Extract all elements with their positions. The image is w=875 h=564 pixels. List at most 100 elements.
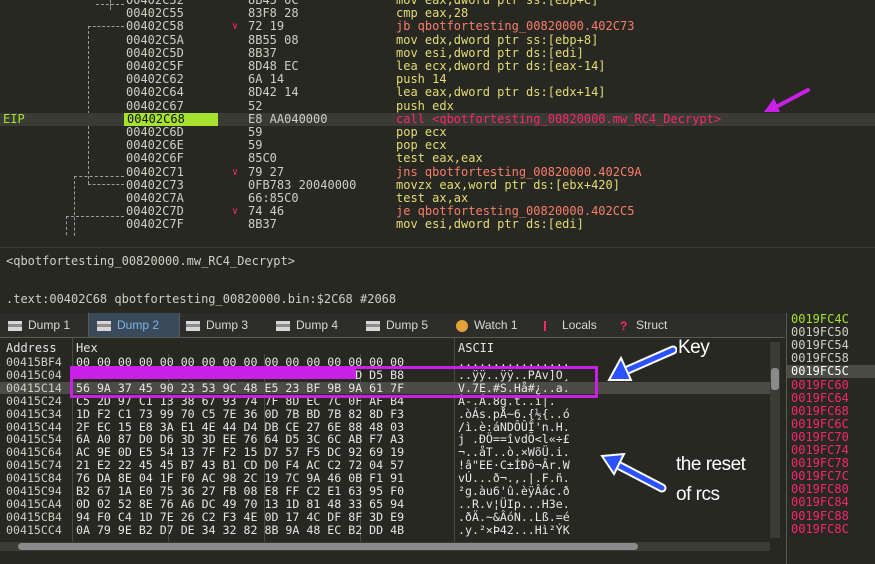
- disasm-row[interactable]: 00402C6D 59 pop ecx: [0, 126, 875, 139]
- dump-hscrollbar[interactable]: [0, 542, 770, 551]
- tab-dump-1[interactable]: Dump 1: [0, 313, 88, 337]
- disasm-row[interactable]: 00402C7A 66:85C0 test ax,ax: [0, 192, 875, 205]
- instruction-address: 00402C5A: [126, 32, 184, 47]
- tab-dump-5[interactable]: Dump 5: [358, 313, 448, 337]
- disasm-row[interactable]: 00402C67 52 push edx: [0, 98, 875, 113]
- disasm-row[interactable]: 00402C58 72 19 jb qbotfortesting_00820000.…: [0, 20, 875, 33]
- dump-address: 00415C34: [6, 406, 62, 421]
- disasm-row[interactable]: 00402C5D 8B37 mov esi,dword ptr ds:[edi]: [0, 45, 875, 60]
- instruction-bytes: 52: [248, 98, 263, 113]
- instruction-text: push 14: [396, 72, 447, 87]
- disasm-row[interactable]: 00402C73 0FB783 20040000 movzx eax,word pt…: [0, 177, 875, 192]
- rest-annotation-label-2: of rcs: [676, 484, 720, 505]
- disasm-row[interactable]: 00402C71 79 27 jns qbotfortesting_00820000…: [0, 164, 875, 179]
- instruction-address: 00402C58: [126, 19, 184, 34]
- dump-icon: [8, 320, 22, 331]
- instruction-text: push edx: [396, 98, 454, 113]
- instruction-bytes: 6A 14: [248, 72, 285, 87]
- eip-label: EIP: [3, 111, 25, 126]
- dump-icon: [97, 320, 111, 331]
- tab-watch-1[interactable]: Watch 1: [448, 313, 536, 337]
- dump-row[interactable]: 00415CA4 0D 02 52 8E 76 A6 DC 49 70 13 1D…: [0, 496, 770, 511]
- locals-icon: [544, 320, 556, 331]
- instruction-text: jns qbotfortesting_00820000.402C9A: [396, 164, 642, 179]
- stack-address[interactable]: 0019FC8C: [791, 522, 849, 536]
- key-highlight-box: [70, 366, 598, 398]
- dump-hex-bytes: 0D 02 52 8E 76 A6 DC 49 70 13 1D 81 48 3…: [76, 496, 405, 511]
- instruction-address: 00402C64: [126, 85, 184, 100]
- dump-header-hex: Hex: [76, 341, 98, 355]
- dump-tab-bar: Dump 1 Dump 2 Dump 3 Dump 4 Dump 5 Watch 1 Loc…: [0, 313, 785, 338]
- tab-label: Watch 1: [474, 318, 518, 332]
- stack-address[interactable]: 0019FC84: [791, 496, 849, 509]
- stack-address[interactable]: 0019FC88: [791, 509, 849, 523]
- stack-address[interactable]: 0019FC64: [791, 391, 849, 405]
- instruction-text: mov edx,dword ptr ss:[ebp+8]: [396, 32, 599, 47]
- dump-vscroll-thumb[interactable]: [771, 368, 779, 390]
- stack-pane[interactable]: 0019FC4C 0019FC50 0019FC54 0019FC58 0019FC5C…: [786, 313, 875, 564]
- instruction-text: mov esi,dword ptr ds:[edi]: [396, 45, 584, 60]
- tab-dump-3[interactable]: Dump 3: [178, 313, 268, 337]
- dump-header-address: Address: [6, 341, 57, 355]
- dump-ascii: ..R.v¦ÜIp...H3e.: [458, 496, 570, 511]
- dump-row[interactable]: 00415CB4 94 F0 C4 1D 7E 26 C2 F3 4E 0D 17…: [0, 510, 770, 524]
- info-symbol-line: <qbotfortesting_00820000.mw_RC4_Decrypt>: [6, 254, 295, 268]
- instruction-bytes: 59: [248, 138, 263, 153]
- dump-pane[interactable]: Address Hex ASCII 00415BF4 00 00 00 00 00…: [0, 337, 785, 564]
- instruction-text: pop ecx: [396, 138, 447, 153]
- instruction-text: test ax,ax: [396, 191, 469, 205]
- annotation-arrow-icon: [764, 88, 810, 112]
- disasm-row[interactable]: 00402C7D 74 46 je qbotfortesting_00820000.…: [0, 205, 875, 218]
- instruction-address: 00402C62: [126, 72, 184, 87]
- stack-address[interactable]: 0019FC5C: [787, 365, 875, 379]
- stack-address[interactable]: 0019FC78: [791, 457, 849, 470]
- dump-hscroll-thumb[interactable]: [18, 543, 638, 550]
- stack-address[interactable]: 0019FC68: [791, 404, 849, 418]
- key-annotation-label: Key: [678, 337, 710, 358]
- tab-label: Dump 2: [117, 318, 160, 332]
- disasm-row[interactable]: 00402C64 8D42 14 lea eax,dword ptr ds:[edx…: [0, 86, 875, 99]
- instruction-bytes: 74 46: [248, 204, 285, 219]
- tab-dump-2[interactable]: Dump 2: [88, 313, 180, 337]
- tab-dump-4[interactable]: Dump 4: [268, 313, 358, 337]
- disasm-row[interactable]: 00402C5F 8D48 EC lea ecx,dword ptr ds:[eax…: [0, 60, 875, 73]
- stack-address[interactable]: 0019FC7C: [791, 470, 849, 483]
- instruction-address: 00402C6E: [126, 138, 184, 153]
- disasm-row-current[interactable]: EIP 00402C68 E8 AA040000 call <qbotfortesti…: [0, 111, 875, 126]
- disasm-row[interactable]: 00402C55 83F8 28 cmp eax,28: [0, 7, 875, 20]
- stack-address[interactable]: 0019FC60: [791, 378, 849, 392]
- dump-icon: [276, 320, 290, 331]
- stack-address[interactable]: 0019FC80: [791, 483, 849, 496]
- disasm-row[interactable]: 00402C6F 85C0 test eax,eax: [0, 152, 875, 165]
- dump-vscrollbar[interactable]: [770, 342, 780, 538]
- dump-row[interactable]: 00415C44 2F EC 15 E8 3A E1 4E 44 D4 DB CE…: [0, 420, 770, 434]
- instruction-bytes: 59: [248, 125, 263, 139]
- tab-struct[interactable]: ? Struct: [612, 313, 684, 337]
- watch-icon: [456, 319, 468, 332]
- rest-annotation-label-1: the reset: [676, 454, 746, 475]
- instruction-text: pop ecx: [396, 125, 447, 139]
- dump-row[interactable]: 00415C34 1D F2 C1 73 99 70 C5 7E 36 0D 7B…: [0, 406, 770, 421]
- stack-address[interactable]: 0019FC54: [791, 339, 849, 352]
- disasm-row[interactable]: 00402C6E 59 pop ecx: [0, 139, 875, 152]
- stack-address[interactable]: 0019FC70: [791, 430, 849, 444]
- stack-address[interactable]: 0019FC74: [791, 444, 849, 457]
- instruction-bytes: 0FB783 20040000: [248, 177, 357, 192]
- disasm-row[interactable]: 00402C7F 8B37 mov esi,dword ptr ds:[edi]: [0, 218, 875, 231]
- dump-row[interactable]: 00415C54 6A A0 87 D0 D6 3D 3D EE 76 64 D5…: [0, 433, 770, 446]
- instruction-address: 00402C6D: [126, 125, 184, 139]
- tab-locals[interactable]: Locals: [536, 313, 612, 337]
- stack-address[interactable]: 0019FC4C: [791, 313, 849, 326]
- tab-label: Dump 5: [386, 318, 429, 332]
- disasm-row[interactable]: 00402C5A 8B55 08 mov edx,dword ptr ss:[ebp…: [0, 32, 875, 47]
- instruction-bytes: 79 27: [248, 164, 285, 179]
- stack-address[interactable]: 0019FC58: [791, 352, 849, 365]
- disassembly-pane[interactable]: 00402C52 8B45 0C mov eax,dword ptr ss:[ebp…: [0, 0, 875, 236]
- dump-header-ascii: ASCII: [458, 341, 495, 355]
- stack-address[interactable]: 0019FC6C: [791, 417, 849, 431]
- stack-address[interactable]: 0019FC50: [791, 326, 849, 339]
- disasm-row[interactable]: 00402C62 6A 14 push 14: [0, 73, 875, 86]
- instruction-bytes: 66:85C0: [248, 191, 299, 205]
- instruction-text: cmp eax,28: [396, 6, 469, 21]
- dump-row[interactable]: 00415CC4 0A 79 9E B2 D7 DE 34 32 82 8B 9A…: [0, 523, 770, 537]
